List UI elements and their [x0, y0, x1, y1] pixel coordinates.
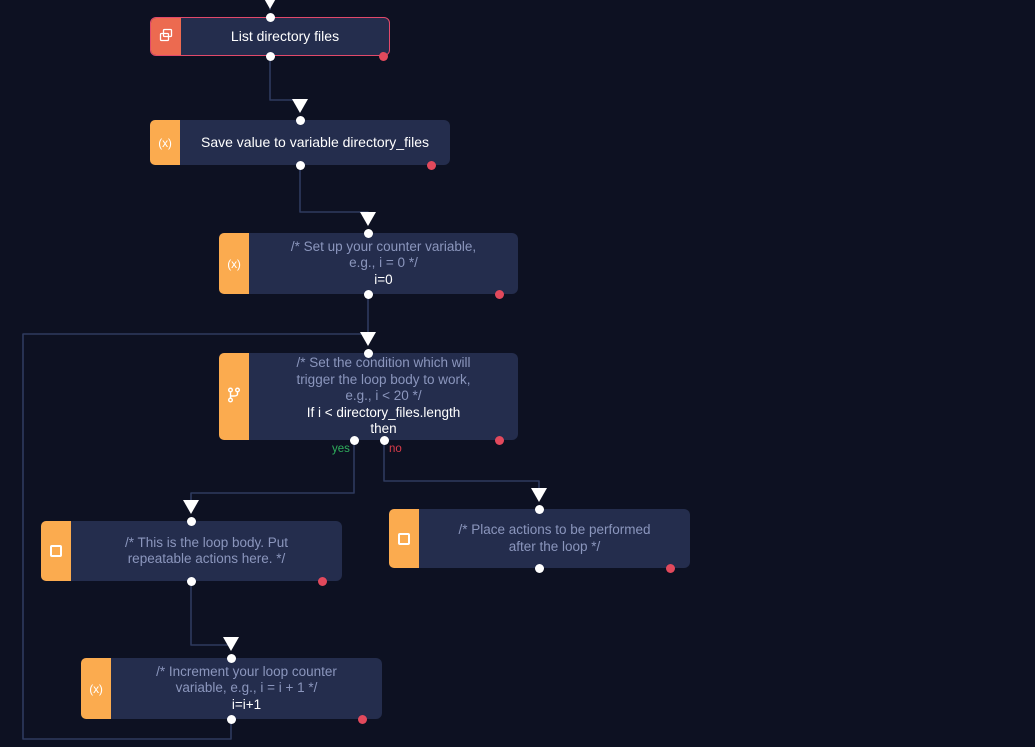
copy-files-icon	[159, 28, 174, 46]
node-comment-loop-body: /* This is the loop body. Put repeatable…	[124, 534, 289, 566]
port-error-list-directory-files[interactable]	[378, 51, 388, 61]
variable-icon: (x)	[227, 256, 241, 271]
node-label-save-value-to-variable: Save value to variable directory_files	[200, 133, 429, 150]
arrowhead-save-icon	[292, 99, 308, 113]
node-set-loop-condition[interactable]: /* Set the condition which will trigger …	[219, 353, 518, 440]
node-save-value-to-variable[interactable]: (x) Save value to variable directory_file…	[150, 120, 450, 165]
port-in-after-loop[interactable]	[534, 504, 544, 514]
edge-loopbody-to-increment[interactable]	[190, 585, 232, 649]
port-in-counter[interactable]	[363, 228, 373, 238]
port-in-increment[interactable]	[226, 653, 236, 663]
node-icon-set-loop-condition	[219, 353, 249, 440]
arrowhead-loopbody-icon	[183, 500, 199, 514]
arrowhead-afterloop-icon	[531, 488, 547, 502]
node-comment-after-the-loop: /* Place actions to be performed after t…	[458, 522, 651, 554]
port-error-save-value[interactable]	[426, 160, 436, 170]
edge-save-to-counter[interactable]	[299, 169, 369, 224]
port-out-save-value[interactable]	[295, 160, 305, 170]
arrowhead-condition-icon	[360, 332, 376, 346]
node-icon-list-directory-files	[151, 18, 181, 55]
arrowhead-counter-icon	[360, 212, 376, 226]
port-error-after-loop[interactable]	[665, 563, 675, 573]
node-icon-set-up-counter-variable: (x)	[219, 233, 249, 294]
node-after-the-loop[interactable]: /* Place actions to be performed after t…	[389, 509, 690, 568]
node-body-set-loop-condition: /* Set the condition which will trigger …	[249, 353, 518, 440]
port-out-after-loop[interactable]	[534, 563, 544, 573]
node-list-directory-files[interactable]: List directory files	[150, 17, 390, 56]
node-loop-body[interactable]: /* This is the loop body. Put repeatable…	[41, 521, 342, 581]
port-out-condition-no[interactable]	[379, 435, 389, 445]
port-in-list-directory-files[interactable]	[265, 12, 275, 22]
node-label-list-directory-files: List directory files	[230, 27, 340, 44]
port-out-increment[interactable]	[226, 714, 236, 724]
port-out-condition-yes[interactable]	[349, 435, 359, 445]
arrowhead-increment-icon	[223, 637, 239, 651]
node-increment-loop-counter[interactable]: (x) /* Increment your loop counter variab…	[81, 658, 382, 719]
node-set-up-counter-variable[interactable]: (x) /* Set up your counter variable, e.g.…	[219, 233, 518, 294]
node-body-set-up-counter-variable: /* Set up your counter variable, e.g., i…	[249, 233, 518, 294]
branch-label-no: no	[389, 443, 402, 455]
node-icon-increment-loop-counter: (x)	[81, 658, 111, 719]
edge-yes-to-loopbody[interactable]	[190, 444, 355, 512]
port-error-counter[interactable]	[494, 289, 504, 299]
node-comment-set-up-counter-variable: /* Set up your counter variable, e.g., i…	[290, 238, 477, 271]
edge-list-to-save[interactable]	[269, 60, 301, 111]
node-body-increment-loop-counter: /* Increment your loop counter variable,…	[111, 658, 382, 719]
arrowhead-entry-icon	[264, 0, 276, 9]
port-in-condition[interactable]	[363, 348, 373, 358]
node-body-loop-body: /* This is the loop body. Put repeatable…	[71, 521, 342, 581]
branch-label-yes: yes	[332, 443, 350, 455]
variable-icon: (x)	[89, 681, 103, 696]
node-icon-save-value-to-variable: (x)	[150, 120, 180, 165]
edge-no-to-afterloop[interactable]	[383, 444, 540, 500]
node-comment-increment-loop-counter: /* Increment your loop counter variable,…	[156, 663, 337, 696]
node-body-list-directory-files: List directory files	[181, 18, 389, 55]
node-icon-loop-body	[41, 521, 71, 581]
branch-icon	[227, 387, 241, 406]
port-error-condition[interactable]	[494, 435, 504, 445]
port-out-counter[interactable]	[363, 289, 373, 299]
block-icon	[398, 532, 410, 545]
node-body-after-the-loop: /* Place actions to be performed after t…	[419, 509, 690, 568]
block-icon	[50, 545, 62, 557]
port-in-save-value[interactable]	[295, 115, 305, 125]
node-label-set-up-counter-variable: i=0	[374, 271, 393, 287]
node-body-save-value-to-variable: Save value to variable directory_files	[180, 120, 450, 165]
node-comment-set-loop-condition: /* Set the condition which will trigger …	[296, 355, 471, 404]
port-error-increment[interactable]	[357, 714, 367, 724]
flowchart-canvas[interactable]: List directory files (x) Save value to var…	[0, 0, 1035, 747]
port-out-list-directory-files[interactable]	[265, 51, 275, 61]
node-label-increment-loop-counter: i=i+1	[231, 696, 262, 712]
port-in-loop-body[interactable]	[186, 516, 196, 526]
node-label-set-loop-condition: If i < directory_files.length then	[306, 404, 461, 437]
node-icon-after-the-loop	[389, 509, 419, 568]
port-error-loop-body[interactable]	[317, 576, 327, 586]
variable-icon: (x)	[158, 135, 172, 150]
port-out-loop-body[interactable]	[186, 576, 196, 586]
